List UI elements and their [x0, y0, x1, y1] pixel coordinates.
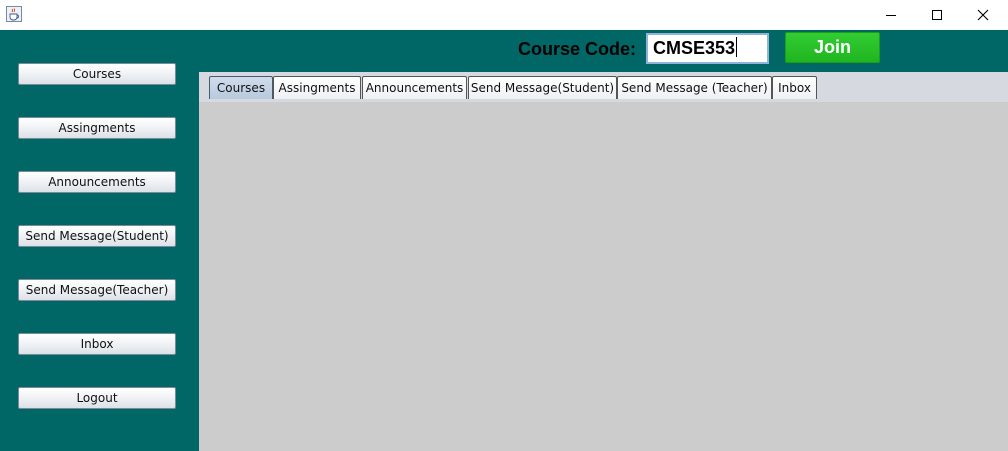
tab-assignments[interactable]: Assingments [273, 76, 361, 99]
main-panel: Courses Assingments Announcements Send M… [0, 30, 1008, 451]
tab-inbox[interactable]: Inbox [772, 76, 817, 99]
course-code-value: CMSE353 [653, 38, 736, 58]
sidebar-send-message-student-button[interactable]: Send Message(Student) [18, 225, 176, 247]
text-caret [736, 37, 738, 57]
maximize-button[interactable] [914, 0, 960, 30]
minimize-button[interactable] [868, 0, 914, 30]
tab-announcements[interactable]: Announcements [362, 76, 467, 99]
maximize-icon [931, 6, 943, 25]
close-icon [977, 6, 989, 25]
tab-strip: Courses Assingments Announcements Send M… [199, 72, 1008, 102]
sidebar-inbox-button[interactable]: Inbox [18, 333, 176, 355]
course-code-label: Course Code: [518, 39, 637, 59]
join-button[interactable]: Join [785, 32, 880, 63]
tab-send-message-teacher[interactable]: Send Message (Teacher) [617, 76, 772, 99]
sidebar-logout-button[interactable]: Logout [18, 387, 176, 409]
minimize-icon [885, 6, 897, 25]
sidebar-courses-button[interactable]: Courses [18, 63, 176, 85]
sidebar-assignments-button[interactable]: Assingments [18, 117, 176, 139]
java-cup-icon [6, 6, 22, 22]
tab-send-message-student[interactable]: Send Message(Student) [468, 76, 617, 99]
app-window: Courses Assingments Announcements Send M… [0, 0, 1008, 451]
sidebar-announcements-button[interactable]: Announcements [18, 171, 176, 193]
sidebar-send-message-teacher-button[interactable]: Send Message(Teacher) [18, 279, 176, 301]
tab-courses[interactable]: Courses [209, 76, 273, 99]
tabbed-pane: Courses Assingments Announcements Send M… [199, 72, 1008, 451]
course-code-input[interactable]: CMSE353 [646, 33, 769, 64]
close-button[interactable] [960, 0, 1006, 30]
title-bar [0, 0, 1008, 30]
